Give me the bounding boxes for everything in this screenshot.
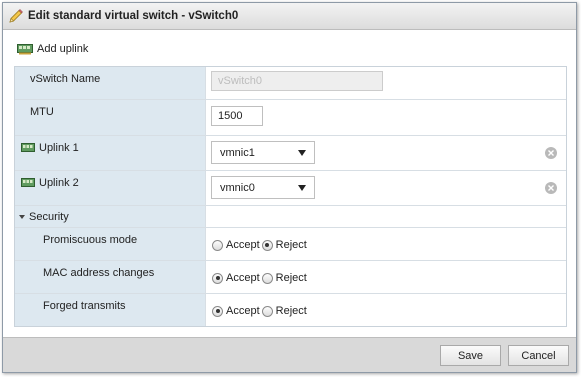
mac-address-changes-row: MAC address changes Accept Reject bbox=[15, 261, 566, 294]
close-icon bbox=[548, 185, 554, 191]
uplink-2-value-cell: vmnic0 bbox=[206, 171, 566, 205]
uplink-1-selected-value: vmnic1 bbox=[220, 146, 255, 159]
uplink-2-selected-value: vmnic0 bbox=[220, 181, 255, 194]
dialog-title: Edit standard virtual switch - vSwitch0 bbox=[28, 10, 239, 22]
uplink-1-value-cell: vmnic1 bbox=[206, 136, 566, 170]
dialog-titlebar: Edit standard virtual switch - vSwitch0 bbox=[3, 3, 576, 30]
vswitch-form: vSwitch Name MTU bbox=[14, 66, 567, 327]
promiscuous-mode-radio-group: Accept Reject bbox=[212, 239, 309, 251]
promiscuous-mode-row: Promiscuous mode Accept Reject bbox=[15, 228, 566, 261]
forged-transmits-value-cell: Accept Reject bbox=[206, 294, 566, 326]
uplink-1-label-group: Uplink 1 bbox=[21, 142, 79, 154]
edit-vswitch-dialog: Edit standard virtual switch - vSwitch0 … bbox=[2, 2, 577, 373]
mac-address-changes-label-cell: MAC address changes bbox=[15, 261, 206, 293]
uplink-1-select[interactable]: vmnic1 bbox=[211, 141, 315, 164]
reject-label: Reject bbox=[275, 239, 307, 251]
dropdown-caret-icon bbox=[298, 184, 306, 191]
vswitch-name-label: vSwitch Name bbox=[30, 73, 101, 85]
collapse-triangle-icon bbox=[19, 215, 25, 219]
pencil-icon bbox=[9, 9, 23, 23]
vswitch-name-label-cell: vSwitch Name bbox=[15, 67, 206, 99]
dialog-footer: Save Cancel bbox=[3, 337, 576, 372]
save-button[interactable]: Save bbox=[440, 345, 501, 366]
accept-label: Accept bbox=[226, 239, 260, 251]
remove-uplink-2-button[interactable] bbox=[545, 182, 557, 194]
dropdown-caret-icon bbox=[298, 149, 306, 156]
radio-unchecked-icon bbox=[261, 272, 273, 284]
promiscuous-mode-value-cell: Accept Reject bbox=[206, 228, 566, 260]
mac-address-changes-label: MAC address changes bbox=[43, 267, 155, 279]
promiscuous-mode-label: Promiscuous mode bbox=[43, 234, 138, 246]
cancel-button[interactable]: Cancel bbox=[508, 345, 569, 366]
mtu-row: MTU bbox=[15, 100, 566, 136]
network-card-icon bbox=[21, 178, 35, 187]
security-label-cell: Security bbox=[15, 206, 206, 227]
vswitch-name-row: vSwitch Name bbox=[15, 67, 566, 100]
security-label-group: Security bbox=[19, 211, 69, 223]
radio-checked-icon bbox=[261, 239, 273, 251]
uplink-2-row: Uplink 2 vmnic0 bbox=[15, 171, 566, 206]
mtu-label-cell: MTU bbox=[15, 100, 206, 135]
close-icon bbox=[548, 150, 554, 156]
add-uplink-link[interactable]: Add uplink bbox=[17, 43, 88, 55]
reject-label: Reject bbox=[275, 272, 307, 284]
uplink-2-select[interactable]: vmnic0 bbox=[211, 176, 315, 199]
forged-transmits-row: Forged transmits Accept Reject bbox=[15, 294, 566, 326]
radio-checked-icon bbox=[212, 305, 223, 317]
forged-transmits-label-cell: Forged transmits bbox=[15, 294, 206, 326]
security-empty-cell bbox=[206, 206, 566, 227]
promiscuous-reject-radio[interactable]: Reject bbox=[261, 239, 307, 251]
uplink-1-row: Uplink 1 vmnic1 bbox=[15, 136, 566, 171]
mtu-value-cell bbox=[206, 100, 566, 135]
mac-reject-radio[interactable]: Reject bbox=[261, 272, 307, 284]
vswitch-name-input bbox=[211, 71, 383, 91]
security-label: Security bbox=[29, 211, 69, 223]
mac-address-changes-value-cell: Accept Reject bbox=[206, 261, 566, 293]
radio-checked-icon bbox=[212, 272, 223, 284]
reject-label: Reject bbox=[275, 305, 307, 317]
uplink-1-label-cell: Uplink 1 bbox=[15, 136, 206, 170]
uplink-2-label-cell: Uplink 2 bbox=[15, 171, 206, 205]
promiscuous-accept-radio[interactable]: Accept bbox=[212, 239, 260, 251]
forged-transmits-label: Forged transmits bbox=[43, 300, 126, 312]
security-section-header[interactable]: Security bbox=[15, 206, 566, 228]
network-card-icon bbox=[17, 44, 33, 55]
mac-address-changes-radio-group: Accept Reject bbox=[212, 272, 309, 284]
uplink-2-label-group: Uplink 2 bbox=[21, 177, 79, 189]
mtu-input[interactable] bbox=[211, 106, 263, 126]
forged-transmits-radio-group: Accept Reject bbox=[212, 305, 309, 317]
mac-accept-radio[interactable]: Accept bbox=[212, 272, 260, 284]
remove-uplink-1-button[interactable] bbox=[545, 147, 557, 159]
uplink-2-label: Uplink 2 bbox=[39, 177, 79, 189]
accept-label: Accept bbox=[226, 272, 260, 284]
vswitch-name-value-cell bbox=[206, 67, 566, 99]
uplink-1-label: Uplink 1 bbox=[39, 142, 79, 154]
network-card-icon bbox=[21, 143, 35, 152]
radio-unchecked-icon bbox=[212, 239, 223, 251]
add-uplink-label: Add uplink bbox=[37, 43, 89, 55]
accept-label: Accept bbox=[226, 305, 260, 317]
forged-reject-radio[interactable]: Reject bbox=[261, 305, 307, 317]
mtu-label: MTU bbox=[30, 106, 54, 118]
forged-accept-radio[interactable]: Accept bbox=[212, 305, 260, 317]
radio-unchecked-icon bbox=[261, 305, 273, 317]
promiscuous-mode-label-cell: Promiscuous mode bbox=[15, 228, 206, 260]
